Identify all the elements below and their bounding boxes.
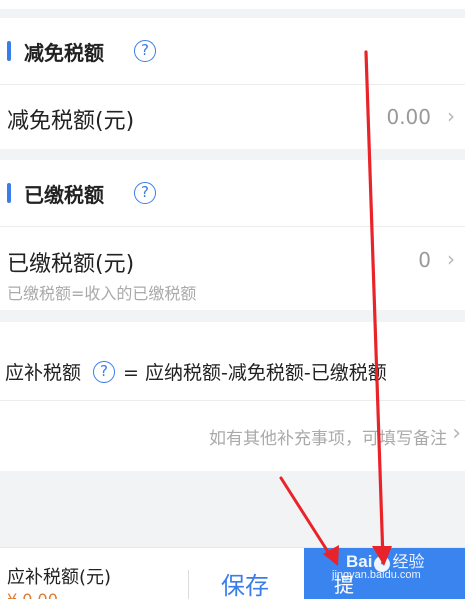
paid-amount-hint: 已缴税额=收入的已缴税额 [7, 284, 197, 303]
help-icon[interactable]: ? [93, 360, 116, 383]
section-accent-bar [7, 41, 11, 61]
chevron-right-icon[interactable]: › [452, 421, 461, 446]
relief-section-title: 减免税额 [24, 40, 104, 65]
divider [0, 84, 465, 85]
divider [188, 570, 189, 599]
relief-amount-value: 0.00 [386, 105, 431, 129]
chevron-right-icon: › [447, 247, 455, 271]
paid-section-title: 已缴税额 [24, 182, 104, 207]
paid-section-header: 已缴税额 ? [0, 160, 465, 226]
formula-label: 应补税额 [5, 362, 82, 384]
help-icon[interactable]: ? [134, 40, 156, 62]
remark-link[interactable]: 如有其他补充事项，可填写备注 [209, 424, 447, 449]
relief-amount-label: 减免税额(元) [7, 109, 135, 134]
annotation-arrow-short [279, 476, 332, 557]
save-button[interactable]: 保存 [200, 566, 290, 599]
divider [0, 400, 465, 401]
formula-section: 应补税额 ? = 应纳税额-减免税额-已缴税额 如有其他补充事项，可填写备注 › [0, 322, 465, 471]
payable-tax-amount: ¥ 0.00 [7, 590, 58, 599]
relief-section: 减免税额 ? 减免税额(元) 0.00 › [0, 18, 465, 149]
relief-section-header: 减免税额 ? [0, 18, 465, 84]
payable-tax-label: 应补税额(元) [7, 567, 112, 588]
help-icon[interactable]: ? [134, 182, 156, 204]
paid-section: 已缴税额 ? 已缴税额(元) 0 › 已缴税额=收入的已缴税额 [0, 160, 465, 310]
divider [0, 226, 465, 227]
top-card-edge [0, 0, 465, 9]
paid-amount-label: 已缴税额(元) [7, 252, 135, 277]
chevron-right-icon: › [447, 104, 455, 128]
section-accent-bar [7, 183, 11, 203]
formula-expression: = 应纳税额-减免税额-已缴税额 [123, 362, 387, 384]
paid-amount-value: 0 [418, 248, 431, 272]
formula-line: 应补税额 ? = 应纳税额-减免税额-已缴税额 [5, 358, 387, 385]
watermark-url: jingyan.baidu.com [332, 569, 421, 581]
